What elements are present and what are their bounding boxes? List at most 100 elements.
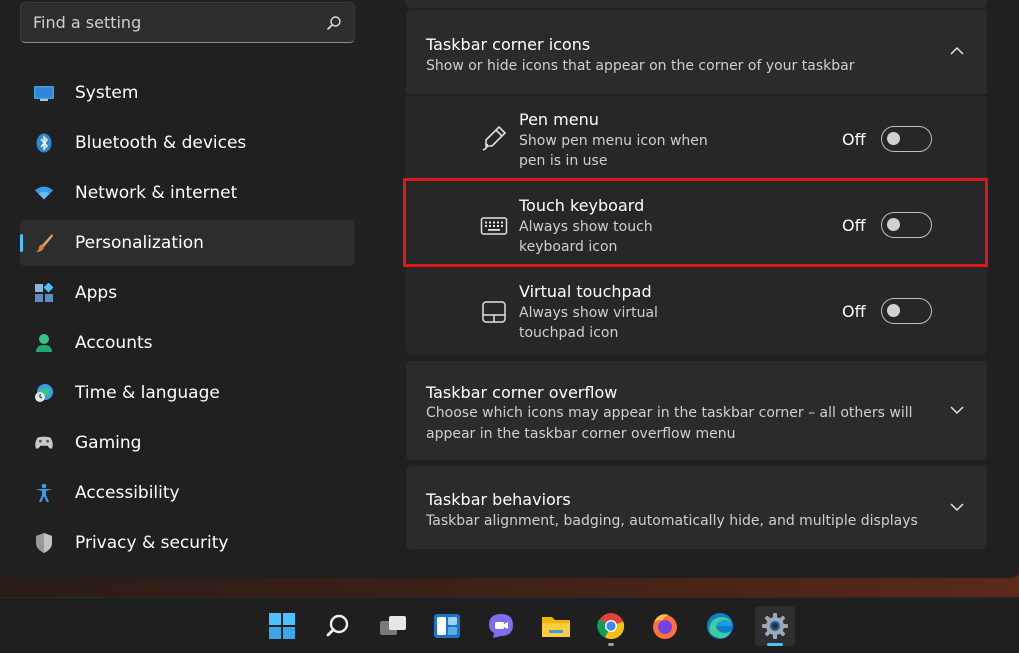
touchpad-icon <box>482 301 506 323</box>
file-explorer-icon <box>542 617 570 637</box>
firefox-button[interactable] <box>645 606 685 646</box>
sidebar-item-accounts[interactable]: Accounts <box>20 320 355 366</box>
wifi-icon <box>34 183 54 203</box>
search-icon <box>326 614 349 637</box>
corner-overflow-card[interactable]: Taskbar corner overflow Choose which ico… <box>406 361 987 460</box>
file-explorer-button[interactable] <box>536 606 576 646</box>
row-desc-line: Always show touch <box>519 219 653 235</box>
sidebar-item-label: Gaming <box>75 433 142 453</box>
section-title: Taskbar corner icons <box>426 35 591 54</box>
toggle-knob <box>887 304 900 317</box>
edge-button[interactable] <box>700 606 740 646</box>
toggle-state-label: Off <box>842 302 866 321</box>
person-icon <box>34 333 54 353</box>
chrome-icon <box>597 613 625 640</box>
chat-button[interactable] <box>481 606 521 646</box>
toggle-knob <box>887 132 900 145</box>
sidebar-item-gaming[interactable]: Gaming <box>20 420 355 466</box>
row-title: Virtual touchpad <box>519 282 652 301</box>
previous-card <box>406 0 987 8</box>
touch-keyboard-row: Touch keyboard Always show touch keyboar… <box>406 182 987 268</box>
sidebar-item-label: Privacy & security <box>75 533 229 553</box>
settings-icon <box>762 613 788 639</box>
section-subtitle: Show or hide icons that appear on the co… <box>426 58 855 74</box>
sidebar-item-personalization[interactable]: Personalization <box>20 220 355 266</box>
search-icon <box>327 15 341 30</box>
apps-icon <box>34 283 54 303</box>
section-subtitle: Taskbar alignment, badging, automaticall… <box>426 513 918 529</box>
sidebar-nav: System Bluetooth & devices Network & int… <box>20 70 355 570</box>
touch-keyboard-toggle[interactable] <box>881 212 932 238</box>
edge-icon <box>707 613 733 639</box>
chrome-button[interactable] <box>591 606 631 646</box>
active-indicator <box>20 234 23 252</box>
settings-button[interactable] <box>755 606 795 646</box>
settings-window: Find a setting System Bluetooth & device… <box>0 0 1019 578</box>
corner-icons-header[interactable]: Taskbar corner icons Show or hide icons … <box>406 10 987 94</box>
section-subtitle: Choose which icons may appear in the tas… <box>426 403 926 445</box>
sidebar-item-bluetooth[interactable]: Bluetooth & devices <box>20 120 355 166</box>
running-indicator <box>608 643 614 646</box>
sidebar-item-label: Network & internet <box>75 183 238 203</box>
chat-icon <box>489 614 513 638</box>
accessibility-icon <box>34 483 54 503</box>
task-view-button[interactable] <box>373 606 413 646</box>
toggle-state-label: Off <box>842 130 866 149</box>
row-title: Touch keyboard <box>519 196 645 215</box>
sidebar-item-time-language[interactable]: Time & language <box>20 370 355 416</box>
behaviors-card[interactable]: Taskbar behaviors Taskbar alignment, bad… <box>406 466 987 549</box>
sidebar-item-accessibility[interactable]: Accessibility <box>20 470 355 516</box>
pen-menu-toggle[interactable] <box>881 126 932 152</box>
search-input[interactable]: Find a setting <box>33 13 326 32</box>
taskbar-search-button[interactable] <box>318 606 358 646</box>
monitor-icon <box>34 83 54 103</box>
firefox-icon <box>653 614 677 639</box>
sidebar-item-label: Accounts <box>75 333 153 353</box>
start-button[interactable] <box>262 606 302 646</box>
widgets-button[interactable] <box>427 606 467 646</box>
section-title: Taskbar corner overflow <box>426 383 618 402</box>
row-description: Always show virtual touchpad icon <box>519 303 719 343</box>
active-app-indicator <box>767 643 783 646</box>
row-desc-line: keyboard icon <box>519 239 618 255</box>
virtual-touchpad-toggle[interactable] <box>881 298 932 324</box>
chevron-up-icon[interactable] <box>949 43 965 59</box>
row-description: Always show touch keyboard icon <box>519 217 719 257</box>
pen-icon <box>482 125 507 151</box>
row-title: Pen menu <box>519 110 599 129</box>
chevron-down-icon[interactable] <box>949 499 965 515</box>
keyboard-icon <box>480 217 508 235</box>
sidebar-item-label: Apps <box>75 283 118 303</box>
virtual-touchpad-row: Virtual touchpad Always show virtual tou… <box>406 268 987 354</box>
search-box[interactable]: Find a setting <box>20 2 355 43</box>
row-desc-line: Show pen menu icon when <box>519 133 708 149</box>
start-icon <box>269 613 295 639</box>
shield-icon <box>34 533 54 553</box>
row-desc-line: Always show virtual <box>519 305 658 321</box>
sidebar-item-label: Bluetooth & devices <box>75 133 247 153</box>
section-title: Taskbar behaviors <box>426 490 571 509</box>
section-subtitle-line: appear in the taskbar corner overflow me… <box>426 426 736 442</box>
toggle-state-label: Off <box>842 216 866 235</box>
brush-icon <box>34 233 54 253</box>
section-subtitle-line: Choose which icons may appear in the tas… <box>426 405 913 421</box>
sidebar-item-apps[interactable]: Apps <box>20 270 355 316</box>
sidebar-item-privacy[interactable]: Privacy & security <box>20 520 355 566</box>
row-desc-line: touchpad icon <box>519 325 619 341</box>
sidebar-item-label: Accessibility <box>75 483 180 503</box>
row-description: Show pen menu icon when pen is in use <box>519 131 719 171</box>
sidebar-item-label: System <box>75 83 139 103</box>
sidebar-item-system[interactable]: System <box>20 70 355 116</box>
corner-icons-list: Pen menu Show pen menu icon when pen is … <box>406 96 987 355</box>
bluetooth-icon <box>34 133 54 153</box>
task-view-icon <box>380 616 406 635</box>
sidebar-item-label: Personalization <box>75 233 204 253</box>
globe-clock-icon <box>34 383 54 403</box>
taskbar <box>0 597 1019 653</box>
widgets-icon <box>434 614 460 638</box>
gamepad-icon <box>34 433 54 453</box>
chevron-down-icon[interactable] <box>949 402 965 418</box>
toggle-knob <box>887 218 900 231</box>
sidebar-item-network[interactable]: Network & internet <box>20 170 355 216</box>
pen-menu-row: Pen menu Show pen menu icon when pen is … <box>406 96 987 182</box>
